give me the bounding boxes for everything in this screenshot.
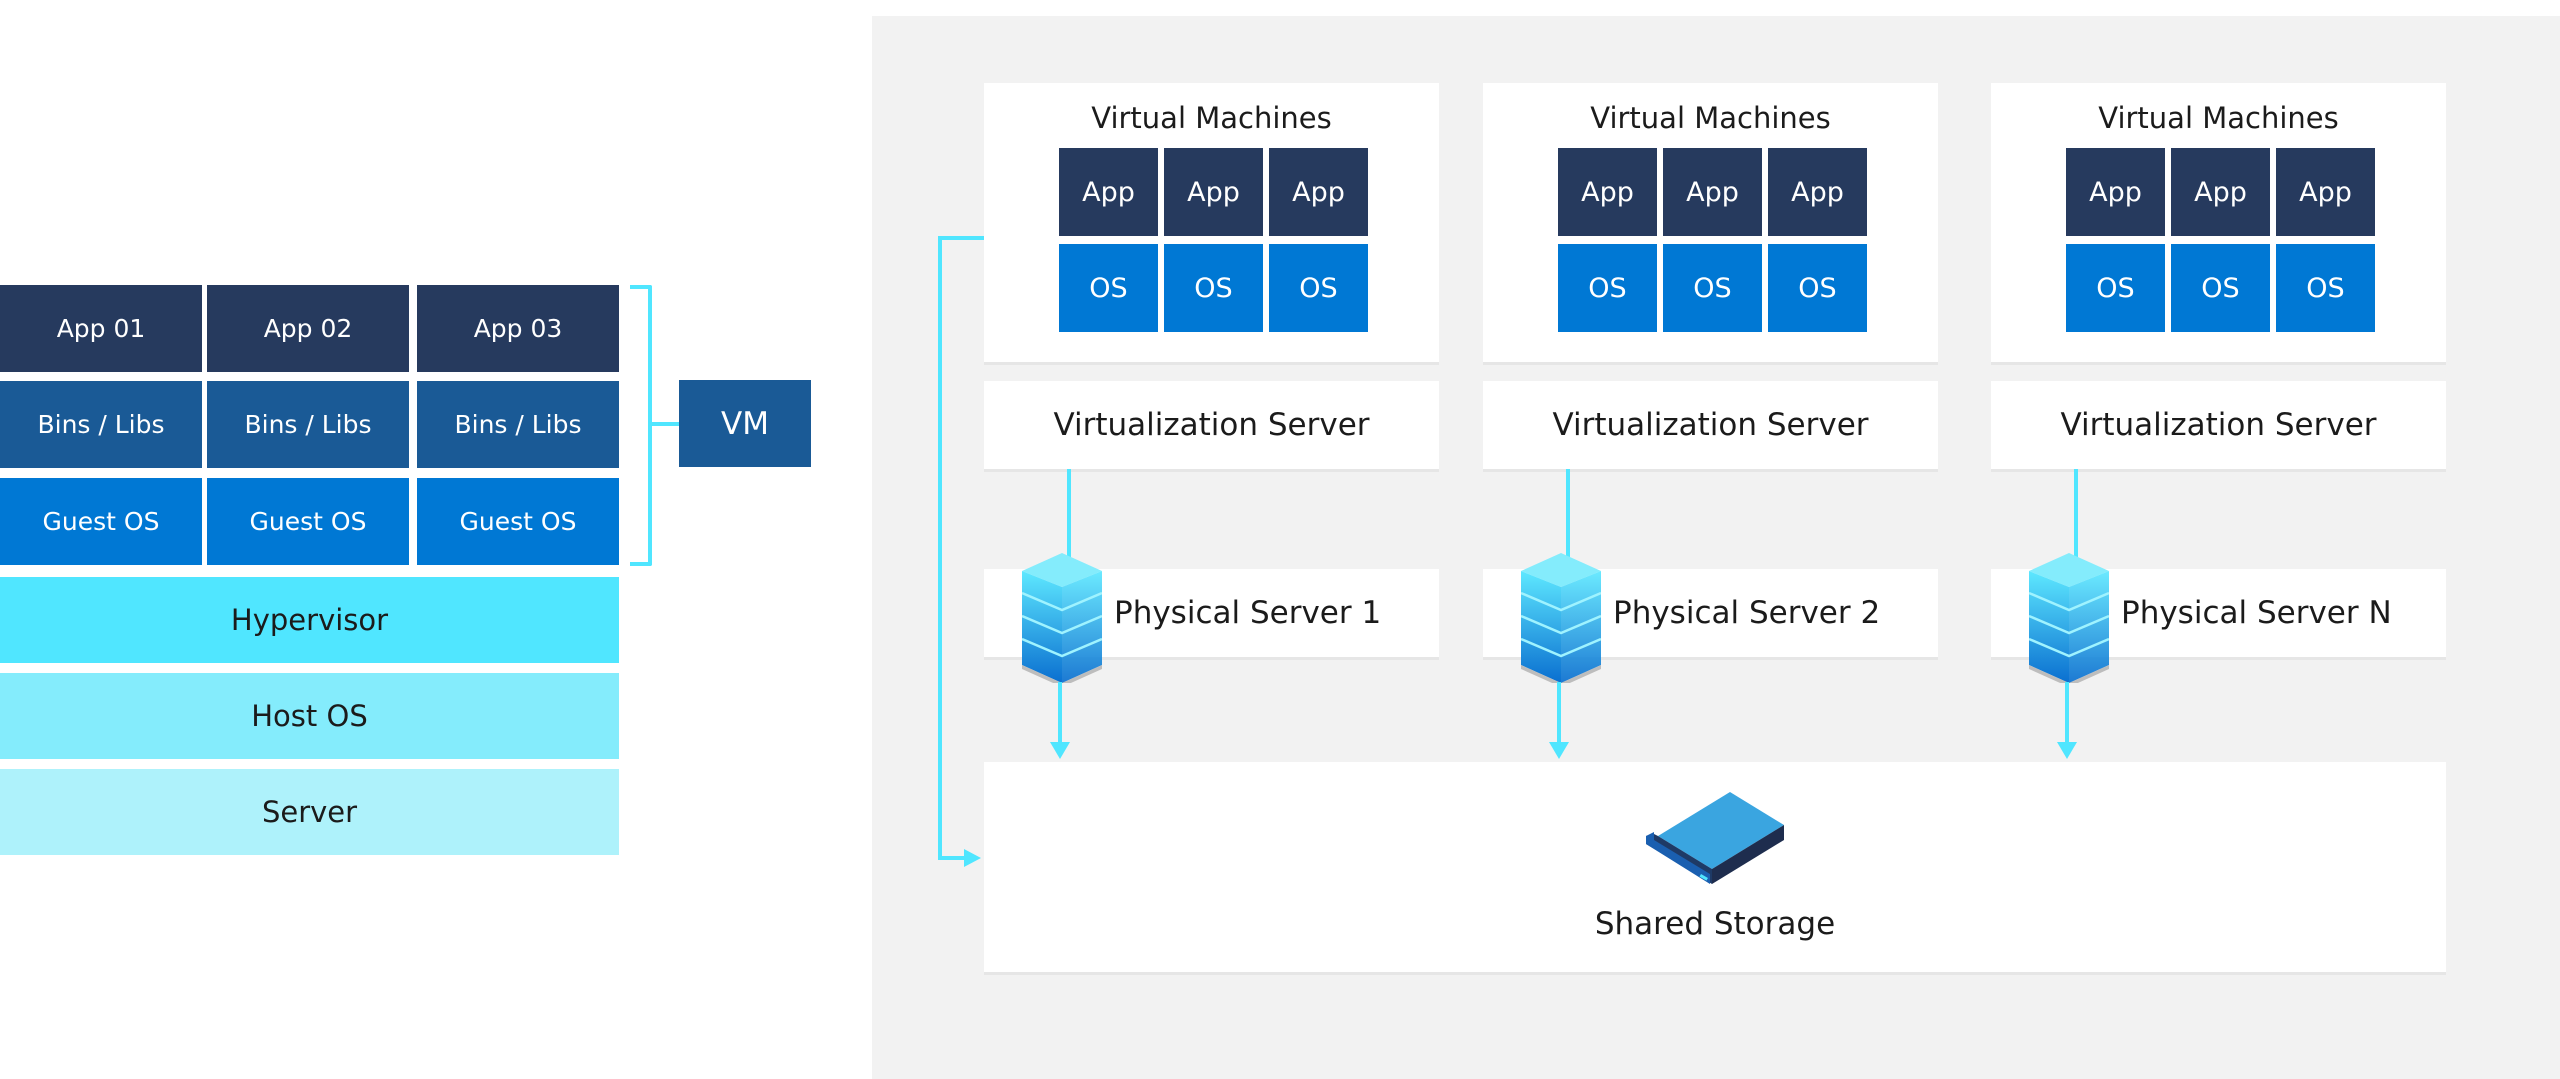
block-label: Bins / Libs bbox=[37, 410, 165, 439]
vm-app-tile: App bbox=[2066, 148, 2165, 236]
block-label: App 03 bbox=[473, 314, 563, 343]
block-label: Bins / Libs bbox=[244, 410, 372, 439]
server-rack-icon bbox=[1022, 553, 1102, 683]
vm-card-title: Virtual Machines bbox=[1590, 101, 1831, 135]
vm-label: VM bbox=[721, 405, 769, 442]
vm-app-tile: App bbox=[1558, 148, 1657, 236]
vm-app-tile: App bbox=[1663, 148, 1762, 236]
vm-app-tile: App bbox=[2276, 148, 2375, 236]
virt-to-physical-connector bbox=[1067, 469, 1071, 557]
vm-os-tile: OS bbox=[2276, 244, 2375, 332]
hypervisor-layer: Hypervisor bbox=[0, 577, 619, 663]
virt-to-physical-connector bbox=[1566, 469, 1570, 557]
vm-app-tile: App bbox=[1768, 148, 1867, 236]
app-03-block: App 03 bbox=[417, 285, 619, 372]
guest-os-block: Guest OS bbox=[207, 478, 409, 565]
vm-app-tile: App bbox=[1164, 148, 1263, 236]
arrow-right-icon bbox=[964, 849, 981, 867]
block-label: App 02 bbox=[263, 314, 353, 343]
vm-os-tile: OS bbox=[1558, 244, 1657, 332]
arrow-down-icon bbox=[1549, 742, 1569, 759]
block-label: Bins / Libs bbox=[454, 410, 582, 439]
vm-os-tile: OS bbox=[1269, 244, 1368, 332]
vm-app-tile: App bbox=[1269, 148, 1368, 236]
vm-os-tile: OS bbox=[2066, 244, 2165, 332]
layer-label: Server bbox=[261, 795, 358, 829]
block-label: Guest OS bbox=[459, 507, 577, 536]
vm-os-tile: OS bbox=[2171, 244, 2270, 332]
guest-os-block: Guest OS bbox=[417, 478, 619, 565]
vm-os-tile: OS bbox=[1663, 244, 1762, 332]
vm-os-tile: OS bbox=[1059, 244, 1158, 332]
host-os-layer: Host OS bbox=[0, 673, 619, 759]
guest-os-block: Guest OS bbox=[0, 478, 202, 565]
bins-libs-block: Bins / Libs bbox=[417, 381, 619, 468]
physical-to-storage-connector bbox=[2065, 682, 2069, 746]
app-01-block: App 01 bbox=[0, 285, 202, 372]
shared-storage-label: Shared Storage bbox=[1594, 906, 1836, 942]
block-label: Guest OS bbox=[249, 507, 367, 536]
layer-label: Host OS bbox=[251, 699, 368, 733]
bins-libs-block: Bins / Libs bbox=[0, 381, 202, 468]
arrow-down-icon bbox=[2057, 742, 2077, 759]
server-rack-icon bbox=[2029, 553, 2109, 683]
virtualization-server-box: Virtualization Server bbox=[1483, 381, 1938, 469]
virtualization-server-box: Virtualization Server bbox=[1991, 381, 2446, 469]
vm-bracket bbox=[630, 285, 652, 566]
vm-app-tile: App bbox=[1059, 148, 1158, 236]
arrow-down-icon bbox=[1050, 742, 1070, 759]
vm-os-tile: OS bbox=[1164, 244, 1263, 332]
physical-to-storage-connector bbox=[1557, 682, 1561, 746]
physical-to-storage-connector bbox=[1058, 682, 1062, 746]
vm-app-tile: App bbox=[2171, 148, 2270, 236]
block-label: Guest OS bbox=[42, 507, 160, 536]
server-rack-icon bbox=[1521, 553, 1601, 683]
vm-card-title: Virtual Machines bbox=[1091, 101, 1332, 135]
vm-card: Virtual Machines App OS App OS App OS bbox=[1483, 83, 1938, 362]
vm-card: Virtual Machines App OS App OS App OS bbox=[1991, 83, 2446, 362]
bins-libs-block: Bins / Libs bbox=[207, 381, 409, 468]
vm-to-storage-connector-vertical bbox=[938, 236, 942, 860]
physical-server-label: Physical Server 1 bbox=[1114, 595, 1382, 631]
bracket-connector bbox=[652, 422, 680, 426]
server-layer: Server bbox=[0, 769, 619, 855]
virtualization-server-box: Virtualization Server bbox=[984, 381, 1439, 469]
physical-server-label: Physical Server 2 bbox=[1613, 595, 1881, 631]
vm-os-tile: OS bbox=[1768, 244, 1867, 332]
app-02-block: App 02 bbox=[207, 285, 409, 372]
layer-label: Hypervisor bbox=[230, 603, 389, 637]
block-label: App 01 bbox=[56, 314, 146, 343]
vm-label-box: VM bbox=[679, 380, 811, 467]
physical-server-label: Physical Server N bbox=[2121, 595, 2392, 631]
vm-card: Virtual Machines App OS App OS App OS bbox=[984, 83, 1439, 362]
shared-storage-box: Shared Storage bbox=[984, 762, 2446, 972]
vm-card-title: Virtual Machines bbox=[2098, 101, 2339, 135]
virt-to-physical-connector bbox=[2074, 469, 2078, 557]
storage-disk-icon bbox=[1646, 792, 1784, 884]
vm-to-storage-connector bbox=[938, 236, 984, 240]
